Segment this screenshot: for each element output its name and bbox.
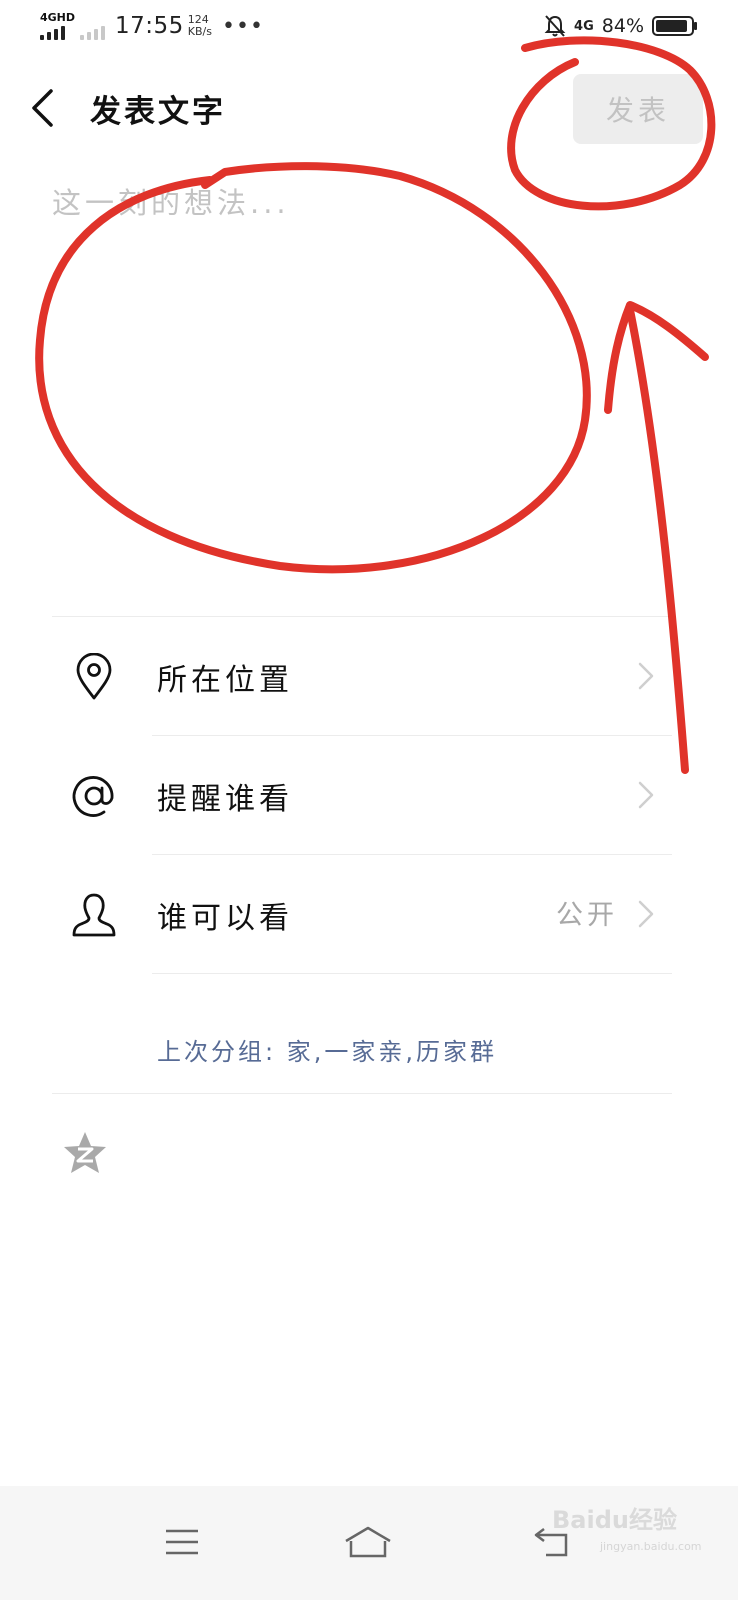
status-bar: 4GHD 17:55 124 KB/s ••• 4G 84% xyxy=(0,0,738,56)
page-title: 发表文字 xyxy=(90,94,226,130)
at-sign-icon xyxy=(72,776,114,817)
divider xyxy=(152,973,672,974)
clock: 17:55 xyxy=(115,13,184,39)
chevron-left-icon xyxy=(32,89,53,127)
baidu-watermark-url: jingyan.baidu.com xyxy=(600,1540,702,1553)
network-speed: 124 KB/s xyxy=(188,14,212,38)
network-type-right: 4G xyxy=(574,18,594,34)
visibility-row[interactable]: 谁可以看 公开 xyxy=(52,855,692,973)
location-row[interactable]: 所在位置 xyxy=(52,617,692,735)
visibility-label: 谁可以看 xyxy=(157,901,293,936)
back-button[interactable] xyxy=(20,80,64,136)
chevron-right-icon xyxy=(638,662,654,690)
mention-row[interactable]: 提醒谁看 xyxy=(52,736,692,854)
chevron-right-icon xyxy=(638,900,654,928)
battery-icon xyxy=(652,16,697,36)
publish-button[interactable]: 发表 xyxy=(573,74,703,144)
status-left: 4GHD 17:55 124 KB/s ••• xyxy=(40,12,264,40)
divider xyxy=(52,1093,672,1094)
status-right: 4G 84% xyxy=(544,14,698,38)
menu-button[interactable] xyxy=(152,1512,212,1572)
network-type: 4GHD xyxy=(40,11,76,24)
signal-icon-secondary xyxy=(80,26,105,40)
top-bar: 发表文字 发表 xyxy=(0,66,738,150)
signal-icon: 4GHD xyxy=(40,11,76,40)
visibility-value: 公开 xyxy=(556,900,618,931)
post-text-input[interactable]: 这一刻的想法... xyxy=(52,180,692,600)
location-icon-wrap xyxy=(68,651,120,703)
mention-label: 提醒谁看 xyxy=(157,782,293,817)
battery-percent: 84% xyxy=(601,15,644,37)
mention-icon-wrap xyxy=(68,770,120,822)
speed-unit: KB/s xyxy=(187,25,212,38)
location-label: 所在位置 xyxy=(157,663,293,698)
baidu-watermark: Baidu经验 xyxy=(552,1506,677,1534)
more-dots: ••• xyxy=(222,13,264,39)
menu-icon xyxy=(166,1529,198,1555)
home-button[interactable] xyxy=(338,1512,398,1572)
chevron-right-icon xyxy=(638,781,654,809)
mute-icon xyxy=(544,15,566,37)
qzone-star-icon[interactable] xyxy=(62,1130,108,1176)
person-icon xyxy=(72,893,116,937)
location-pin-icon xyxy=(76,653,112,700)
last-group-link[interactable]: 上次分组: 家,一家亲,历家群 xyxy=(157,1032,497,1067)
home-icon xyxy=(345,1526,391,1558)
visibility-icon-wrap xyxy=(68,889,120,941)
